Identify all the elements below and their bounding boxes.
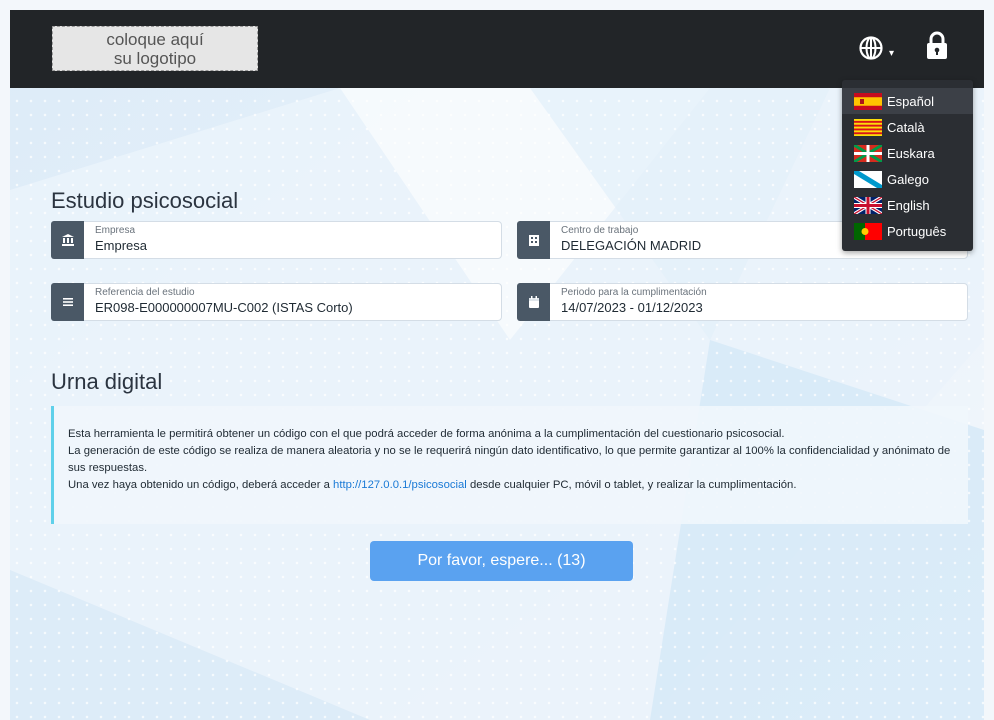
lock-icon[interactable]	[926, 30, 948, 60]
logo-text-line1: coloque aquí	[106, 30, 204, 49]
urn-section-title: Urna digital	[51, 369, 163, 394]
language-label: Català	[887, 119, 925, 135]
calendar-icon	[517, 283, 550, 321]
es-flag-icon	[854, 92, 882, 110]
workplace-value: DELEGACIÓN MADRID	[561, 238, 702, 253]
urn-paragraph-3-start: Una vez haya obtenido un código, deberá …	[68, 479, 334, 491]
language-dropdown: Español Català Euskara Galego English Po…	[842, 80, 973, 251]
period-label: Periodo para la cumplimentación	[561, 287, 707, 298]
language-option-pt[interactable]: Português	[842, 218, 973, 244]
building-icon	[517, 221, 550, 259]
language-label: Galego	[887, 171, 929, 187]
logo-text-line2: su logotipo	[113, 49, 197, 68]
chevron-down-icon[interactable]: ▾	[889, 48, 894, 59]
reference-value: ER098-E000000007MU-C002 (ISTAS Corto)	[95, 300, 353, 315]
top-bar: coloque aquí su logotipo ▾	[10, 10, 984, 88]
language-label: Português	[887, 223, 947, 239]
gl-flag-icon	[854, 170, 882, 188]
language-label: Español	[887, 93, 934, 109]
ca-flag-icon	[854, 118, 882, 136]
reference-label: Referencia del estudio	[95, 287, 195, 298]
reference-card: Referencia del estudio ER098-E000000007M…	[51, 283, 502, 321]
urn-paragraph-1: Esta herramienta le permitirá obtener un…	[68, 428, 785, 440]
language-option-es[interactable]: Español	[842, 88, 973, 114]
language-option-ca[interactable]: Català	[842, 114, 973, 140]
eu-flag-icon	[854, 144, 882, 162]
workplace-label: Centro de trabajo	[561, 225, 639, 236]
period-card: Periodo para la cumplimentación 14/07/20…	[517, 283, 968, 321]
psicosocial-link[interactable]: http://127.0.0.1/psicosocial	[333, 479, 467, 491]
period-value: 14/07/2023 - 01/12/2023	[561, 300, 703, 315]
language-option-eu[interactable]: Euskara	[842, 140, 973, 166]
language-option-en[interactable]: English	[842, 192, 973, 218]
language-label: Euskara	[887, 145, 935, 161]
language-label: English	[887, 197, 930, 213]
urn-paragraph-3-end: desde cualquier PC, móvil o tablet, y re…	[466, 479, 797, 491]
get-code-button[interactable]: Por favor, espere... (13)	[370, 541, 633, 581]
dot-pattern	[10, 10, 984, 720]
bank-icon	[51, 221, 84, 259]
urn-paragraph-2: La generación de este código se realiza …	[68, 445, 951, 474]
logo-placeholder: coloque aquí su logotipo	[52, 26, 258, 71]
uk-flag-icon	[854, 196, 882, 214]
company-card: Empresa Empresa	[51, 221, 502, 259]
language-option-gl[interactable]: Galego	[842, 166, 973, 192]
globe-icon[interactable]	[858, 35, 884, 61]
app-frame: coloque aquí su logotipo ▾ Español Catal…	[10, 10, 984, 720]
list-icon	[51, 283, 84, 321]
study-section-title: Estudio psicosocial	[51, 188, 239, 213]
urn-info-box: Esta herramienta le permitirá obtener un…	[51, 406, 968, 524]
urn-paragraph-3: Una vez haya obtenido un código, deberá …	[68, 477, 968, 494]
company-value: Empresa	[95, 238, 148, 253]
company-label: Empresa	[95, 225, 136, 236]
pt-flag-icon	[854, 222, 882, 240]
